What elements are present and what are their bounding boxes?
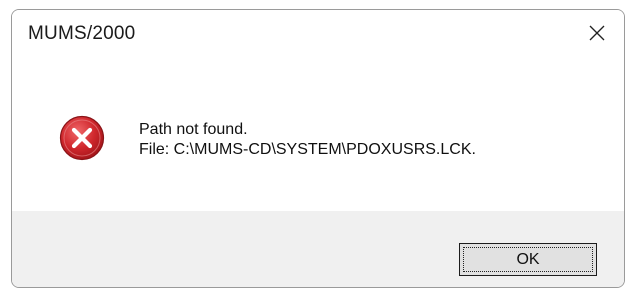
ok-button[interactable]: OK — [459, 243, 597, 276]
close-button[interactable] — [570, 10, 624, 56]
error-icon — [59, 115, 105, 161]
close-icon — [589, 25, 605, 41]
dialog-content: Path not found. File: C:\MUMS-CD\SYSTEM\… — [12, 60, 624, 211]
message-line-1: Path not found. — [139, 121, 248, 138]
error-dialog: MUMS/2000 Path not found. File: C:\MUMS-… — [11, 9, 625, 288]
button-bar: OK — [12, 211, 624, 287]
ok-button-label: OK — [516, 250, 540, 268]
window-title: MUMS/2000 — [28, 23, 136, 44]
message-line-2: File: C:\MUMS-CD\SYSTEM\PDOXUSRS.LCK. — [139, 141, 476, 158]
title-bar: MUMS/2000 — [12, 10, 624, 60]
error-message: Path not found. File: C:\MUMS-CD\SYSTEM\… — [139, 120, 476, 160]
